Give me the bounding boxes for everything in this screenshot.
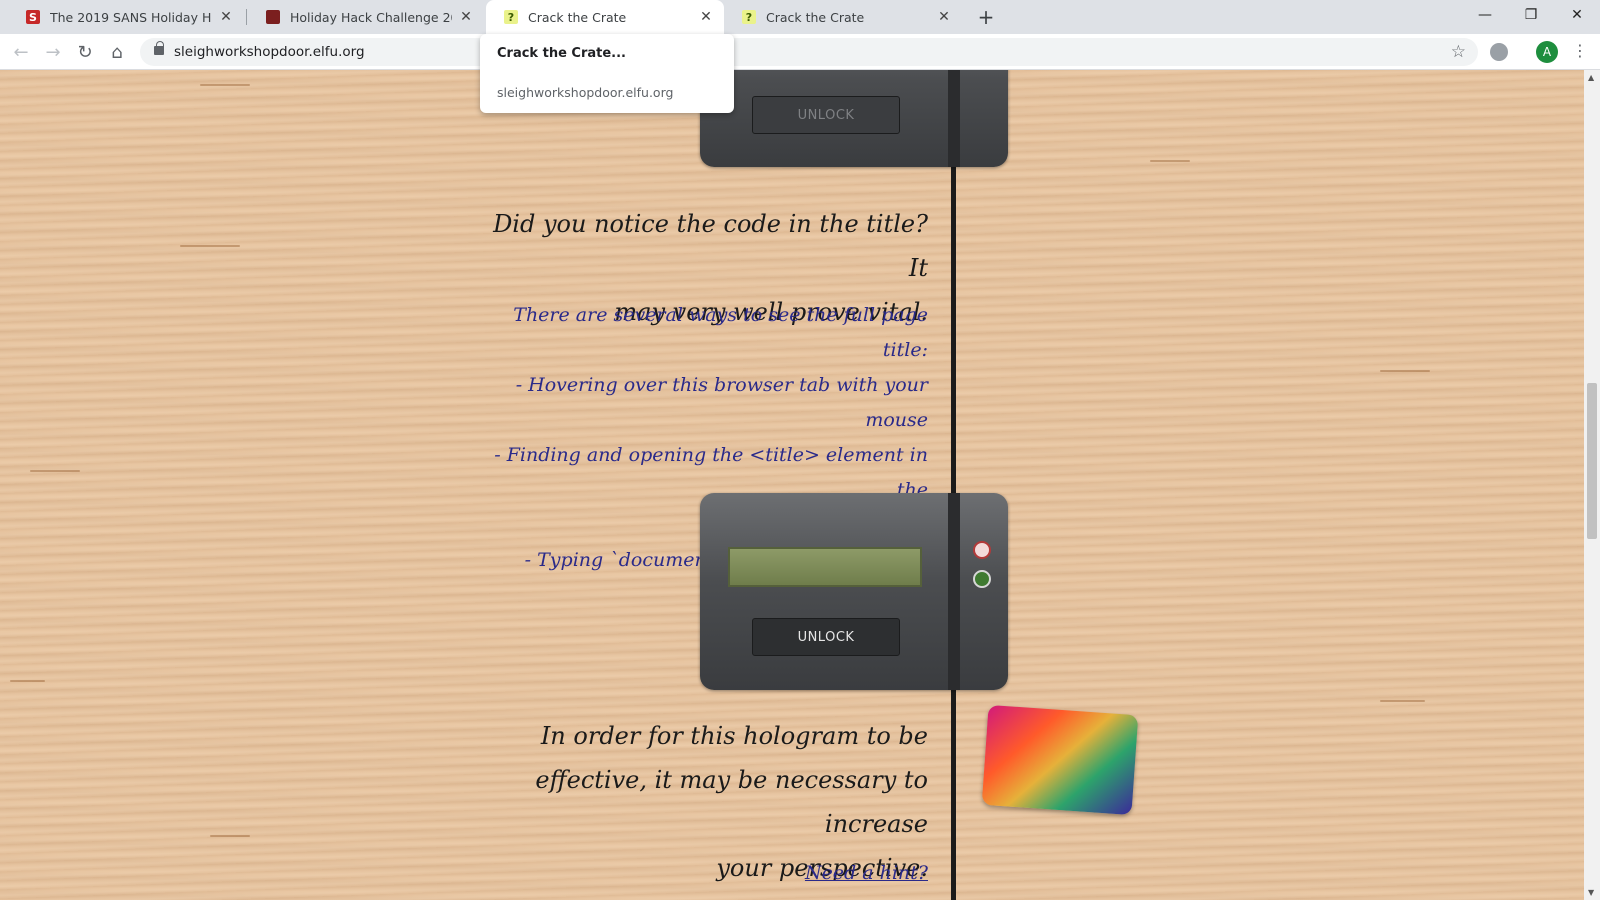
code-input-display[interactable] — [728, 547, 922, 587]
lock-icon[interactable] — [154, 41, 164, 55]
tab-close-icon[interactable]: ✕ — [936, 9, 952, 25]
clue-line: Did you notice the code in the title? It — [493, 210, 928, 282]
forward-button[interactable]: → — [41, 40, 65, 64]
question-icon: ? — [742, 10, 756, 24]
wood-grain — [10, 680, 45, 682]
scrollbar-thumb[interactable] — [1587, 383, 1597, 539]
lock-status-red-led — [973, 541, 991, 559]
back-button[interactable]: ← — [9, 40, 33, 64]
profile-avatar[interactable]: A — [1536, 41, 1558, 63]
need-hint-link[interactable]: Need a hint? — [488, 856, 928, 891]
tab-title: Crack the Crate — [766, 9, 865, 25]
tab-strip: S The 2019 SANS Holiday Hack Ch ✕ Holida… — [0, 0, 1600, 34]
clue-line: effective, it may be necessary to increa… — [535, 766, 928, 838]
address-bar[interactable]: sleighworkshopdoor.elfu.org ☆ — [140, 38, 1478, 66]
tab-hover-tooltip: Crack the Crate... sleighworkshopdoor.el… — [480, 34, 734, 113]
tooltip-url: sleighworkshopdoor.elfu.org — [497, 85, 674, 100]
page-scrollbar[interactable]: ▲ ▼ — [1584, 70, 1600, 900]
restore-button[interactable]: ❐ — [1508, 0, 1554, 30]
url-text[interactable]: sleighworkshopdoor.elfu.org — [174, 44, 365, 60]
lock-divider — [948, 70, 960, 167]
hologram-sticker[interactable] — [981, 704, 1139, 816]
wood-grain — [1150, 160, 1190, 162]
minimize-button[interactable]: — — [1462, 0, 1508, 30]
lock-status-green-led — [973, 570, 991, 588]
tab-title: Holiday Hack Challenge 2019 — [290, 9, 452, 25]
tab-separator — [246, 9, 247, 25]
tab-close-icon[interactable]: ✕ — [458, 9, 474, 25]
browser-menu-icon[interactable]: ⋮ — [1572, 41, 1588, 60]
close-window-button[interactable]: ✕ — [1554, 0, 1600, 30]
tab-holiday-hack-challenge[interactable]: Holiday Hack Challenge 2019 ✕ — [248, 0, 484, 34]
tab-close-icon[interactable]: ✕ — [218, 9, 234, 25]
scroll-up-icon[interactable]: ▲ — [1588, 73, 1596, 82]
tab-crack-the-crate[interactable]: ? Crack the Crate ✕ — [724, 0, 962, 34]
hhc-icon — [266, 10, 280, 24]
tab-title: Crack the Crate — [528, 9, 627, 25]
wood-grain — [210, 835, 250, 837]
unlock-button-2[interactable]: UNLOCK — [752, 618, 900, 656]
lock-2: UNLOCK — [700, 493, 1008, 690]
tab-close-icon[interactable]: ✕ — [698, 9, 714, 25]
page-viewport: UNLOCK Did you notice the code in the ti… — [0, 70, 1584, 900]
lock-divider — [948, 493, 960, 690]
hint-line: - Hovering over this browser tab with yo… — [515, 374, 928, 431]
new-tab-button[interactable]: + — [975, 5, 997, 29]
unlock-button-1[interactable]: UNLOCK — [752, 96, 900, 134]
scroll-down-icon[interactable]: ▼ — [1588, 888, 1596, 897]
reload-button[interactable]: ↻ — [73, 40, 97, 64]
wood-grain — [1380, 700, 1425, 702]
tab-title: The 2019 SANS Holiday Hack Ch — [50, 9, 212, 25]
wood-grain — [200, 84, 250, 86]
sans-icon: S — [26, 10, 40, 24]
wood-grain — [180, 245, 240, 247]
tab-crack-the-crate-active[interactable]: ? Crack the Crate ✕ — [486, 0, 724, 34]
wood-grain — [30, 470, 80, 472]
extension-icon[interactable] — [1490, 43, 1508, 61]
bookmark-star-icon[interactable]: ☆ — [1451, 42, 1466, 62]
clue-line: In order for this hologram to be — [540, 722, 928, 750]
question-icon: ? — [504, 10, 518, 24]
wood-grain — [1380, 370, 1430, 372]
lock-1: UNLOCK — [700, 70, 1008, 167]
tab-sans-holiday-hack[interactable]: S The 2019 SANS Holiday Hack Ch ✕ — [8, 0, 244, 34]
hint-line: There are several ways to see the full p… — [513, 304, 928, 361]
crate-center-seam — [951, 70, 956, 900]
home-button[interactable]: ⌂ — [105, 40, 129, 64]
tooltip-title: Crack the Crate... — [497, 46, 626, 61]
browser-toolbar: ← → ↻ ⌂ sleighworkshopdoor.elfu.org ☆ A … — [0, 34, 1600, 70]
